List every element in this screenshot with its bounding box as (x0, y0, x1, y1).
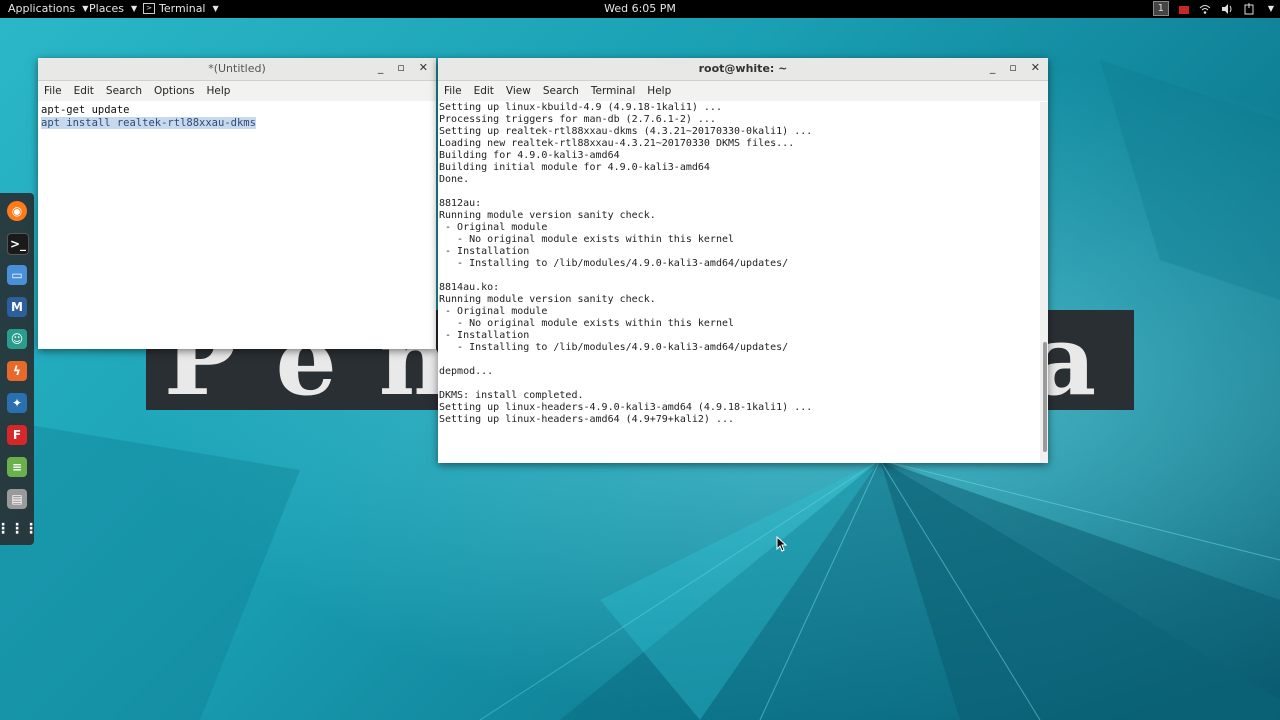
editor-menu-edit[interactable]: Edit (74, 85, 94, 97)
terminal-icon[interactable]: >_ (7, 233, 29, 255)
editor-line: apt-get update (41, 104, 130, 116)
close-icon[interactable]: ✕ (1031, 61, 1040, 74)
editor-menubar: File Edit Search Options Help (38, 81, 436, 101)
terminal-output[interactable]: Setting up linux-kbuild-4.9 (4.9.18-1kal… (438, 102, 1040, 463)
terminal-menubar: File Edit View Search Terminal Help (438, 81, 1048, 101)
scrollbar-thumb[interactable] (1043, 342, 1047, 452)
show-apps-icon[interactable]: ⋮⋮⋮ (0, 519, 38, 539)
terminal-window: root@white: ~ _ ▫ ✕ File Edit View Searc… (438, 58, 1048, 463)
applications-label: Applications (8, 2, 76, 15)
chevron-down-icon: ▼ (130, 4, 138, 13)
terminal-app-label: Terminal (159, 2, 206, 15)
recorder-icon[interactable] (1178, 5, 1189, 14)
terminal-app-menu[interactable]: > Terminal ▼ (143, 2, 219, 15)
terminal-title: root@white: ~ (698, 62, 788, 75)
maximize-icon[interactable]: ▫ (397, 61, 404, 74)
editor-text-area[interactable]: apt-get update apt install realtek-rtl88… (38, 102, 436, 349)
armitage-icon[interactable]: ☺ (7, 329, 27, 349)
close-icon[interactable]: ✕ (419, 61, 428, 74)
maximize-icon[interactable]: ▫ (1009, 61, 1016, 74)
places-label: Places (89, 2, 124, 15)
volume-icon[interactable] (1221, 3, 1233, 15)
terminal-menu-help[interactable]: Help (647, 85, 671, 97)
minimize-icon[interactable]: _ (990, 61, 996, 74)
editor-menu-options[interactable]: Options (154, 85, 195, 97)
leafpad-icon[interactable]: ≡ (7, 457, 27, 477)
firefox-icon[interactable]: ◉ (7, 201, 27, 221)
terminal-menu-edit[interactable]: Edit (474, 85, 494, 97)
system-tray: 1 ▼ (1152, 1, 1274, 16)
editor-title: *(Untitled) (208, 62, 266, 75)
editor-titlebar[interactable]: *(Untitled) _ ▫ ✕ (38, 58, 436, 81)
power-icon[interactable] (1243, 2, 1255, 15)
wifi-icon[interactable] (1199, 3, 1211, 15)
terminal-small-icon: > (143, 3, 155, 14)
screenshot-icon[interactable]: ▤ (7, 489, 27, 509)
maltego-icon[interactable]: ✦ (7, 393, 27, 413)
terminal-menu-search[interactable]: Search (543, 85, 579, 97)
terminal-scrollbar[interactable] (1040, 102, 1048, 463)
terminal-menu-view[interactable]: View (506, 85, 531, 97)
burpsuite-icon[interactable]: ϟ (7, 361, 27, 381)
dock: ◉ >_ ▭ M ☺ ϟ ✦ F ≡ ▤ ⋮⋮⋮ (0, 193, 38, 545)
terminal-menu-terminal[interactable]: Terminal (591, 85, 635, 97)
editor-menu-file[interactable]: File (44, 85, 62, 97)
top-panel: Applications ▼ Places ▼ > Terminal ▼ Wed… (0, 0, 1280, 18)
editor-menu-help[interactable]: Help (207, 85, 231, 97)
places-menu[interactable]: Places ▼ (89, 2, 137, 15)
workspace-indicator[interactable]: 1 (1152, 1, 1169, 16)
editor-menu-search[interactable]: Search (106, 85, 142, 97)
chevron-down-icon: ▼ (82, 4, 89, 13)
faraday-icon[interactable]: F (7, 425, 27, 445)
applications-menu[interactable]: Applications ▼ (8, 2, 88, 15)
chevron-down-icon[interactable]: ▼ (1268, 4, 1274, 13)
editor-line-selected: apt install realtek-rtl88xxau-dkms (41, 117, 256, 129)
chevron-down-icon: ▼ (212, 4, 219, 13)
text-editor-window: *(Untitled) _ ▫ ✕ File Edit Search Optio… (38, 58, 436, 349)
clock[interactable]: Wed 6:05 PM (604, 2, 676, 15)
files-icon[interactable]: ▭ (7, 265, 27, 285)
terminal-menu-file[interactable]: File (444, 85, 462, 97)
minimize-icon[interactable]: _ (378, 61, 384, 74)
metasploit-icon[interactable]: M (7, 297, 27, 317)
mouse-pointer-icon (776, 536, 788, 552)
terminal-titlebar[interactable]: root@white: ~ _ ▫ ✕ (438, 58, 1048, 81)
